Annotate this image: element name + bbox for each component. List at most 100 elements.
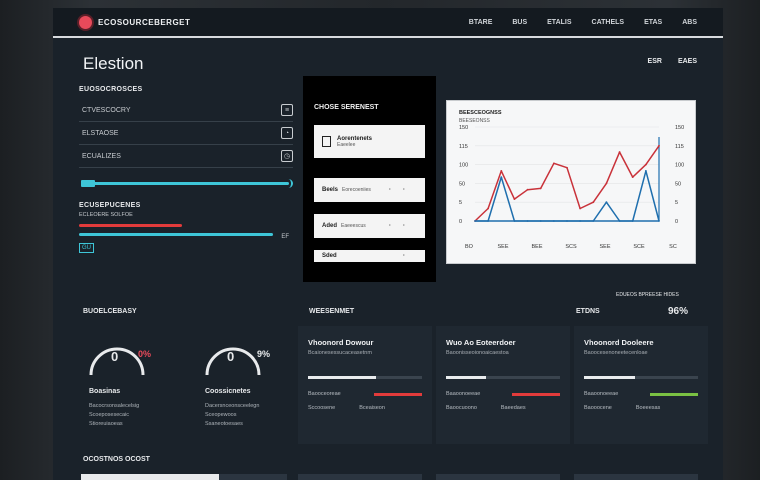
title-action-button[interactable]: ESR xyxy=(648,58,662,65)
settings-row[interactable]: CTVESCOCRY ≡ xyxy=(79,99,293,122)
gauge-detail-line: Sceopewoos xyxy=(205,412,237,418)
option-controls[interactable]: ·· xyxy=(389,187,417,193)
stat-card-subtitle: Baoonisseoionoaicaestoa xyxy=(446,350,509,356)
stat-card-subtitle: Bcaionesessucaceasetnm xyxy=(308,350,372,356)
gauge-arc-icon xyxy=(89,347,145,376)
option-sub: Eorecoeniies xyxy=(342,187,371,193)
series-point xyxy=(644,163,647,166)
stat-progress-bar xyxy=(308,376,422,379)
series-point xyxy=(592,201,595,204)
nav-item[interactable]: BUS xyxy=(512,19,527,26)
footer-input[interactable] xyxy=(81,474,219,480)
nav-item[interactable]: BTARE xyxy=(469,19,493,26)
stat-foot-item: Baoocuoono xyxy=(446,405,477,411)
settings-panel: EUOSOCROSCES CTVESCOCRY ≡ ELSTAOSE ◔ ECU… xyxy=(79,86,293,282)
section-subtitle: ECLEOERE SOLFOE xyxy=(79,212,133,218)
stat-row: Baaoonoeeae xyxy=(584,391,698,397)
option-label: Aorentenets xyxy=(337,135,373,142)
gauge-detail-line: Dacersnceonsceelegn xyxy=(205,403,260,409)
series-point xyxy=(513,220,516,222)
series-point xyxy=(579,220,582,222)
series-point xyxy=(658,220,660,222)
stat-card[interactable]: Vhoonord Dowour Bcaionesessucaceasetnm B… xyxy=(298,326,432,444)
clock-icon[interactable]: ◷ xyxy=(281,150,293,162)
y-tick-label: 5 xyxy=(459,200,462,206)
title-action-button[interactable]: EAES xyxy=(678,58,697,65)
top-navigation-bar: ECOSOURCEBERGET BTARE BUS ETALIS CATHELS… xyxy=(53,8,723,38)
section-title: EUOSOCROSCES xyxy=(79,86,143,93)
y-tick-label-right: 50 xyxy=(675,181,681,187)
nav-item[interactable]: ABS xyxy=(682,19,697,26)
gauge: 0 9% xyxy=(199,323,289,413)
cyan-bar-row: EF xyxy=(79,233,293,240)
nav-item[interactable]: ETALIS xyxy=(547,19,571,26)
gauge-detail-line: Ssaneotoesaes xyxy=(205,421,243,427)
stat-row: Baaoonoeeae xyxy=(446,391,560,397)
settings-row[interactable]: ELSTAOSE ◔ xyxy=(79,122,293,145)
dashboard-screen: ECOSOURCEBERGET BTARE BUS ETALIS CATHELS… xyxy=(53,8,723,480)
trend-title: ETDNS xyxy=(576,308,600,315)
series-point xyxy=(605,201,608,204)
gauge-details: Bacocrsonsalecelsig Scoeposesecaic Stior… xyxy=(89,402,139,429)
nav-item[interactable]: ETAS xyxy=(644,19,662,26)
stat-card-title: Vhoonord Dowour xyxy=(308,338,374,347)
footer-bar xyxy=(574,474,698,480)
chart-title: BEESCEOGNSS xyxy=(459,110,502,116)
gauge-percent: 9% xyxy=(257,349,271,359)
stat-row: Baooceoreae xyxy=(308,391,422,397)
option-card[interactable]: Aorentenets Eaeelee xyxy=(314,125,425,158)
y-tick-label: 50 xyxy=(459,181,465,187)
gauge-detail-line: Bacocrsonsalecelsig xyxy=(89,403,140,409)
stat-card[interactable]: Vhoonord Dooleere Baoocesenoneetecenloae… xyxy=(574,326,708,444)
option-sub: Eaeelee xyxy=(337,141,356,148)
settings-row[interactable]: ECUALIZES ◷ xyxy=(79,145,293,168)
stat-card-title: Vhoonord Dooleere xyxy=(584,338,654,347)
y-tick-label-right: 5 xyxy=(675,200,678,206)
nav-item[interactable]: CATHELS xyxy=(592,19,625,26)
series-point xyxy=(539,220,542,222)
stat-row-label: Baaoonoeeae xyxy=(584,391,619,397)
stat-card-title: Wuo Ao Eoteerdoer xyxy=(446,338,516,347)
gauge-title: Coossicnetes xyxy=(205,388,251,395)
series-point xyxy=(605,182,608,185)
cards-title: WEESENMET xyxy=(309,308,355,315)
gauge-percent: 0% xyxy=(138,349,152,359)
stat-foot-item: Sccoosene xyxy=(308,405,336,411)
stat-footer: Baooocene Boeeesas xyxy=(584,405,698,411)
x-tick-label: SCS xyxy=(565,244,577,250)
option-card[interactable]: Sded · xyxy=(314,250,425,262)
series-point xyxy=(500,169,503,172)
footer-bar xyxy=(219,474,287,480)
settings-row-label: ELSTAOSE xyxy=(82,129,119,137)
option-label: Aded xyxy=(322,223,337,229)
stat-progress-fill xyxy=(584,376,636,379)
panel-title: CHOSE SERENEST xyxy=(314,104,379,111)
option-card[interactable]: Beels Eorecoeniies ·· xyxy=(314,178,425,202)
slider-end-cap xyxy=(284,179,293,188)
option-controls[interactable]: ·· xyxy=(389,223,417,229)
option-label: Beels xyxy=(322,187,339,193)
series-point xyxy=(487,207,490,210)
stat-progress-fill xyxy=(308,376,377,379)
series-point xyxy=(618,220,621,222)
option-controls[interactable]: · xyxy=(403,253,417,259)
range-slider[interactable] xyxy=(79,178,293,188)
settings-row-label: ECUALIZES xyxy=(82,152,121,160)
slider-handle[interactable] xyxy=(81,180,95,187)
y-tick-label: 150 xyxy=(459,125,468,131)
document-icon[interactable]: ≡ xyxy=(281,104,293,116)
series-point xyxy=(539,187,542,190)
y-tick-label-right: 0 xyxy=(675,219,678,225)
series-line xyxy=(475,170,660,222)
stat-card[interactable]: Wuo Ao Eoteerdoer Baoonisseoionoaicaesto… xyxy=(436,326,570,444)
series-point xyxy=(566,166,568,169)
footer-title: OCOSTNOS OCOST xyxy=(83,456,150,463)
series-point xyxy=(579,207,582,210)
slider-track xyxy=(81,182,289,185)
series-point xyxy=(592,220,595,222)
option-card[interactable]: Aded Eaeeescus ·· xyxy=(314,214,425,238)
stat-progress-bar xyxy=(446,376,560,379)
stat-foot-item: Bceaiseon xyxy=(359,405,385,411)
status-badge[interactable]: GU xyxy=(79,243,94,253)
user-icon[interactable]: ◔ xyxy=(281,127,293,139)
